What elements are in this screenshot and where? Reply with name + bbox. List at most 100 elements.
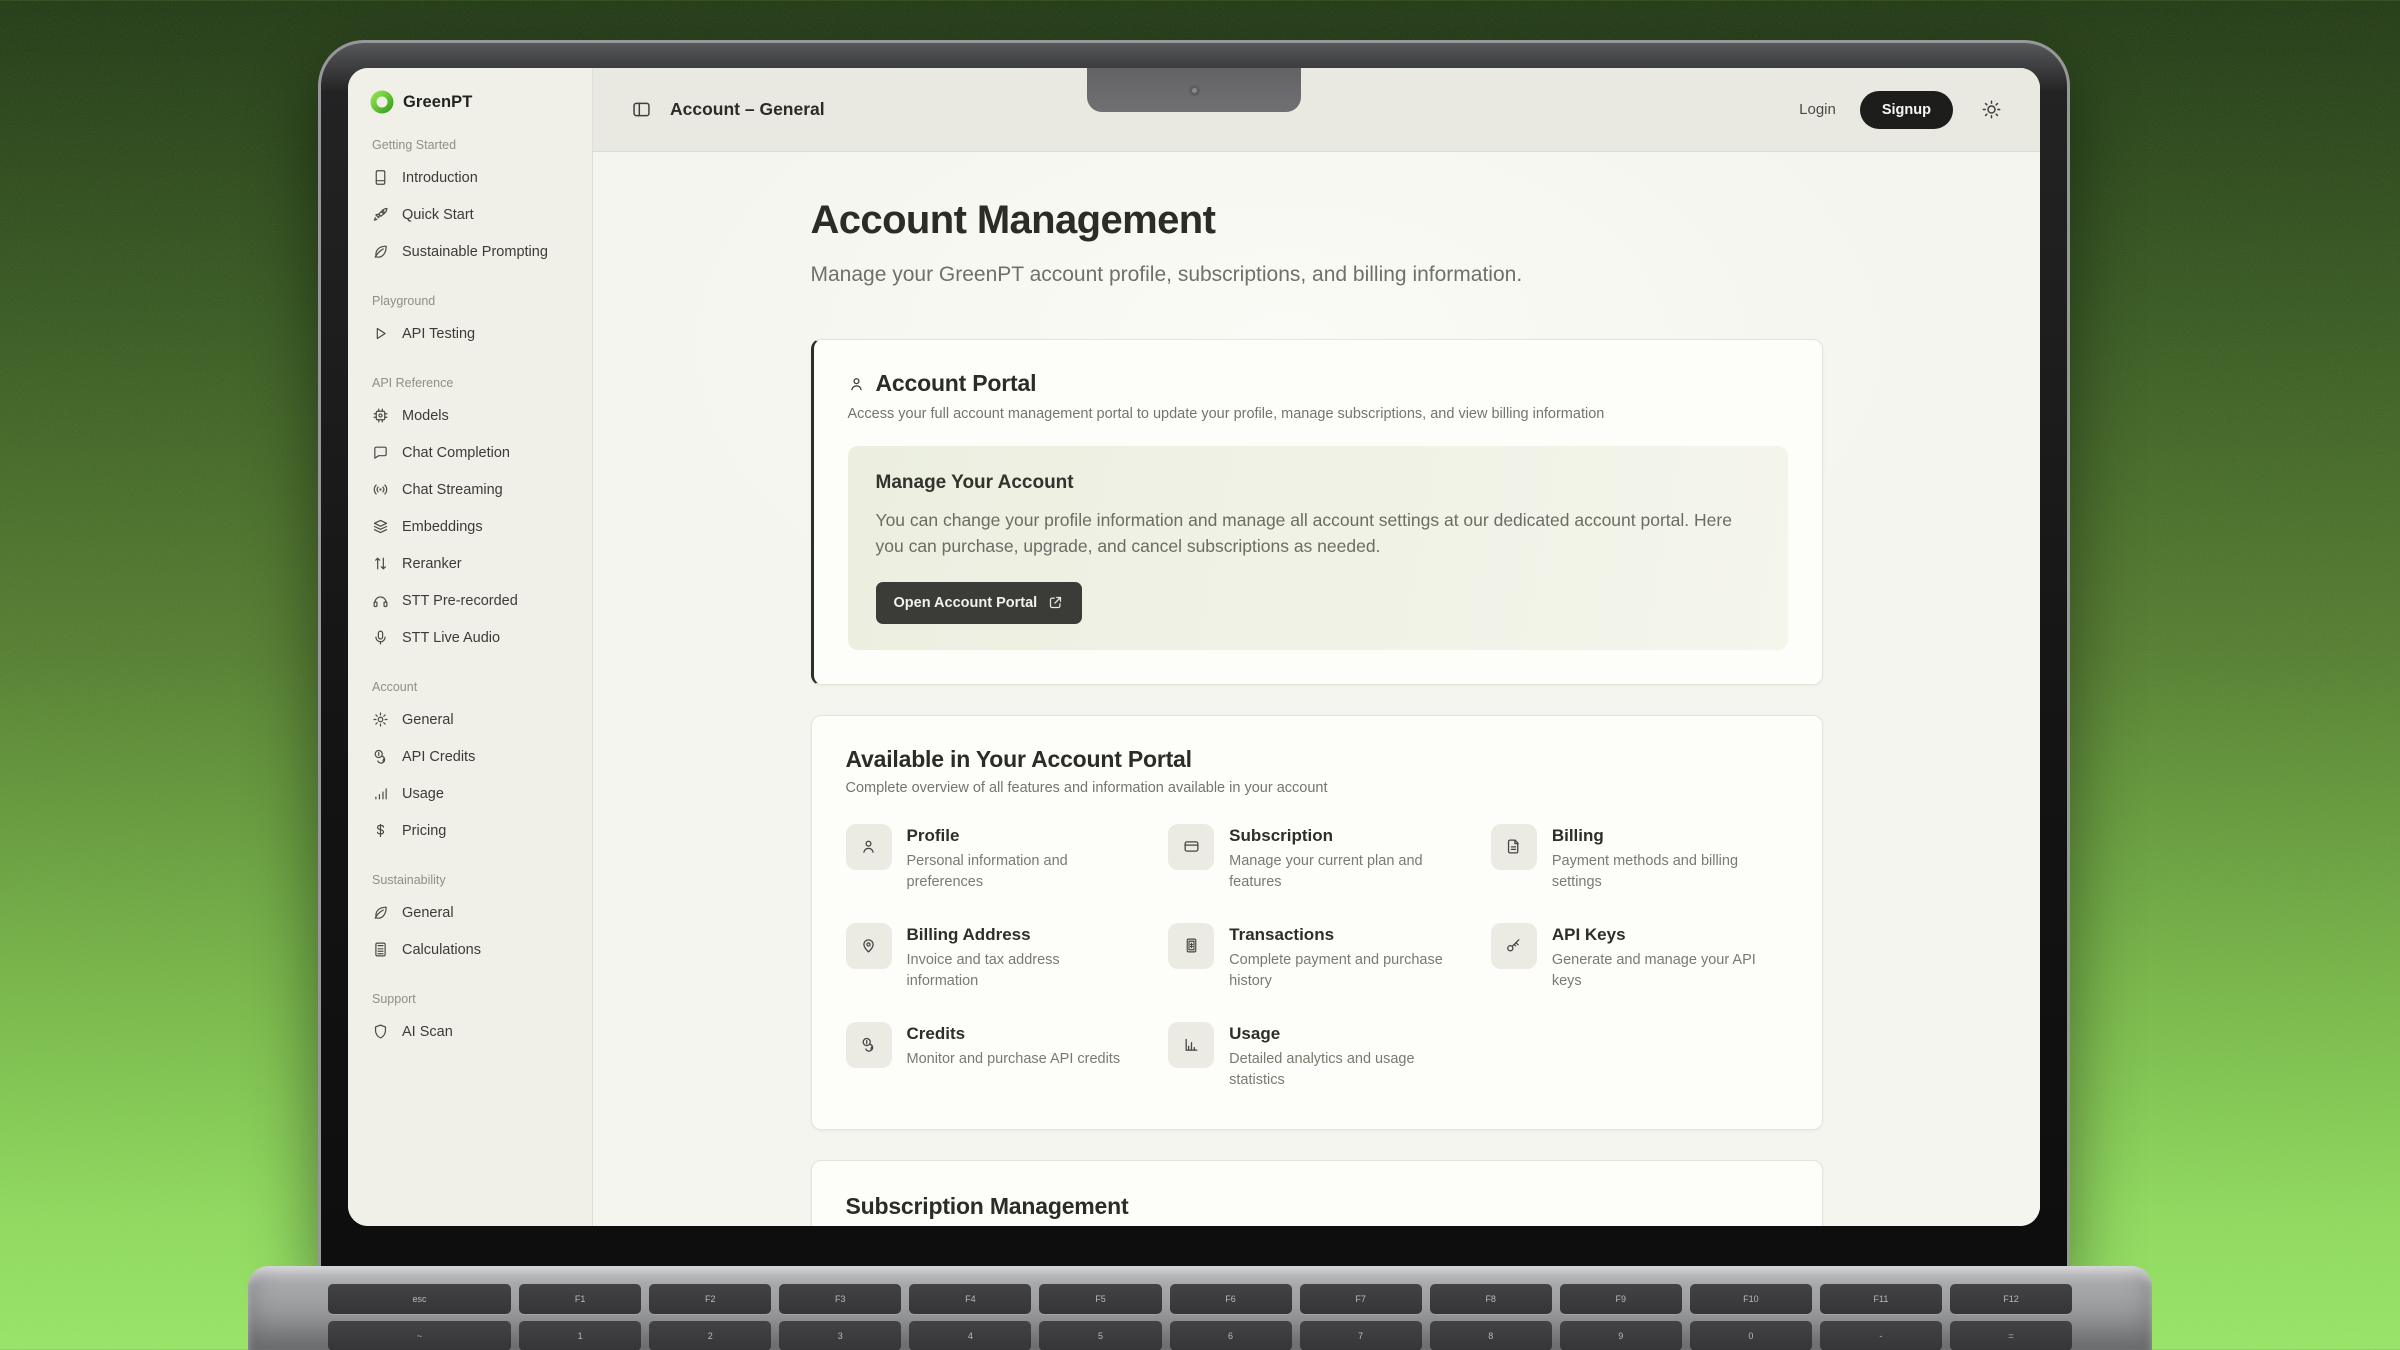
chart-icon: [1183, 1034, 1200, 1055]
feature-api-keys: API Keys Generate and manage your API ke…: [1491, 923, 1788, 992]
keyboard-key: esc: [328, 1284, 511, 1314]
laptop-keyboard-deck: escF1F2F3F4F5F6F7F8F9F10F11F12 ~12345678…: [248, 1266, 2152, 1350]
feature-description: Payment methods and billing settings: [1552, 851, 1772, 893]
sidebar-section-account: Account: [372, 680, 578, 694]
play-icon: [372, 325, 389, 342]
page-breadcrumb-title: Account – General: [670, 99, 825, 120]
keyboard-key: F7: [1300, 1284, 1422, 1314]
external-link-icon: [1047, 595, 1064, 610]
sidebar-item-chat-completion[interactable]: Chat Completion: [366, 434, 578, 471]
keyboard-row: escF1F2F3F4F5F6F7F8F9F10F11F12: [328, 1284, 2072, 1314]
sidebar-item-label: Calculations: [402, 942, 481, 958]
map-pin-icon: [860, 935, 877, 956]
keyboard-key: F12: [1950, 1284, 2072, 1314]
sidebar-item-embeddings[interactable]: Embeddings: [366, 508, 578, 545]
sidebar-item-label: Pricing: [402, 823, 446, 839]
broadcast-icon: [372, 481, 389, 498]
sidebar-item-ai-scan[interactable]: AI Scan: [366, 1013, 578, 1050]
sort-arrows-icon: [372, 555, 389, 572]
camera-icon: [1189, 85, 1200, 96]
sidebar-item-api-credits[interactable]: API Credits: [366, 738, 578, 775]
feature-description: Personal information and preferences: [907, 851, 1127, 893]
sidebar-item-usage[interactable]: Usage: [366, 775, 578, 812]
rocket-icon: [372, 206, 389, 223]
keyboard-key: F2: [649, 1284, 771, 1314]
sidebar-item-label: Models: [402, 408, 449, 424]
open-account-portal-button[interactable]: Open Account Portal: [876, 582, 1083, 624]
brand-logo[interactable]: GreenPT: [366, 90, 578, 114]
card-description: Access your full account management port…: [848, 406, 1788, 422]
leaf-icon: [372, 243, 389, 260]
signup-button[interactable]: Signup: [1860, 91, 1953, 129]
sidebar-item-label: API Credits: [402, 749, 475, 765]
sun-icon[interactable]: [1981, 99, 2002, 120]
laptop-mockup: GreenPT Getting Started Introduction Qui…: [318, 40, 2070, 1272]
sidebar-item-label: Embeddings: [402, 519, 483, 535]
gear-icon: [372, 711, 389, 728]
manage-account-panel: Manage Your Account You can change your …: [848, 446, 1788, 650]
card-subtitle: Complete overview of all features and in…: [846, 780, 1788, 796]
sidebar-item-label: Quick Start: [402, 207, 474, 223]
sidebar-item-chat-streaming[interactable]: Chat Streaming: [366, 471, 578, 508]
green-ring-logo-icon: [370, 90, 394, 114]
keyboard-key: 0: [1690, 1321, 1812, 1350]
sidebar-item-api-testing[interactable]: API Testing: [366, 315, 578, 352]
cpu-icon: [372, 407, 389, 424]
brand-name: GreenPT: [403, 93, 472, 112]
panel-left-icon[interactable]: [631, 99, 652, 120]
keyboard-key: 2: [649, 1321, 771, 1350]
keyboard-key: F9: [1560, 1284, 1682, 1314]
topbar: Account – General Login Signup: [593, 68, 2040, 152]
keyboard: escF1F2F3F4F5F6F7F8F9F10F11F12 ~12345678…: [248, 1266, 2152, 1350]
keyboard-key: -: [1820, 1321, 1942, 1350]
laptop-screen: GreenPT Getting Started Introduction Qui…: [348, 68, 2040, 1226]
sidebar-item-pricing[interactable]: Pricing: [366, 812, 578, 849]
keyboard-key: 3: [779, 1321, 901, 1350]
keyboard-key: F11: [1820, 1284, 1942, 1314]
chat-bubble-icon: [372, 444, 389, 461]
sidebar-item-reranker[interactable]: Reranker: [366, 545, 578, 582]
subscription-management-card: Subscription Management: [811, 1160, 1823, 1226]
sidebar-item-quick-start[interactable]: Quick Start: [366, 196, 578, 233]
coins-icon: [372, 748, 389, 765]
feature-title: API Keys: [1552, 925, 1772, 945]
sidebar-section-support: Support: [372, 992, 578, 1006]
sidebar-item-label: Usage: [402, 786, 444, 802]
sidebar-item-label: Chat Completion: [402, 445, 510, 461]
feature-transactions: Transactions Complete payment and purcha…: [1168, 923, 1465, 992]
feature-description: Invoice and tax address information: [907, 950, 1127, 992]
sidebar-item-label: API Testing: [402, 326, 475, 342]
feature-description: Manage your current plan and features: [1229, 851, 1449, 893]
login-link[interactable]: Login: [1799, 101, 1836, 118]
sidebar-item-stt-prerecorded[interactable]: STT Pre-recorded: [366, 582, 578, 619]
feature-usage: Usage Detailed analytics and usage stati…: [1168, 1022, 1465, 1091]
sidebar-item-sustainable-prompting[interactable]: Sustainable Prompting: [366, 233, 578, 270]
panel-title: Manage Your Account: [876, 472, 1760, 494]
sidebar-item-label: AI Scan: [402, 1024, 453, 1040]
keyboard-key: F10: [1690, 1284, 1812, 1314]
keyboard-key: =: [1950, 1321, 2072, 1350]
keyboard-key: F1: [519, 1284, 641, 1314]
sidebar-item-account-general[interactable]: General: [366, 701, 578, 738]
calculator-icon: [372, 941, 389, 958]
sidebar-item-sustainability-general[interactable]: General: [366, 894, 578, 931]
sidebar-item-calculations[interactable]: Calculations: [366, 931, 578, 968]
document-icon: [1505, 836, 1522, 857]
sidebar-item-introduction[interactable]: Introduction: [366, 159, 578, 196]
sidebar-item-stt-live-audio[interactable]: STT Live Audio: [366, 619, 578, 656]
keyboard-key: F4: [909, 1284, 1031, 1314]
feature-profile: Profile Personal information and prefere…: [846, 824, 1143, 893]
sidebar-item-label: STT Pre-recorded: [402, 593, 518, 609]
sidebar-item-models[interactable]: Models: [366, 397, 578, 434]
sidebar-item-label: Chat Streaming: [402, 482, 503, 498]
content-scroll-area[interactable]: Account Management Manage your GreenPT a…: [593, 152, 2040, 1226]
keyboard-key: 1: [519, 1321, 641, 1350]
feature-description: Detailed analytics and usage statistics: [1229, 1049, 1449, 1091]
feature-title: Subscription: [1229, 826, 1449, 846]
keyboard-key: 8: [1430, 1321, 1552, 1350]
microphone-icon: [372, 629, 389, 646]
keyboard-key: 9: [1560, 1321, 1682, 1350]
book-icon: [372, 169, 389, 186]
sidebar-section-getting-started: Getting Started: [372, 138, 578, 152]
feature-title: Profile: [907, 826, 1127, 846]
